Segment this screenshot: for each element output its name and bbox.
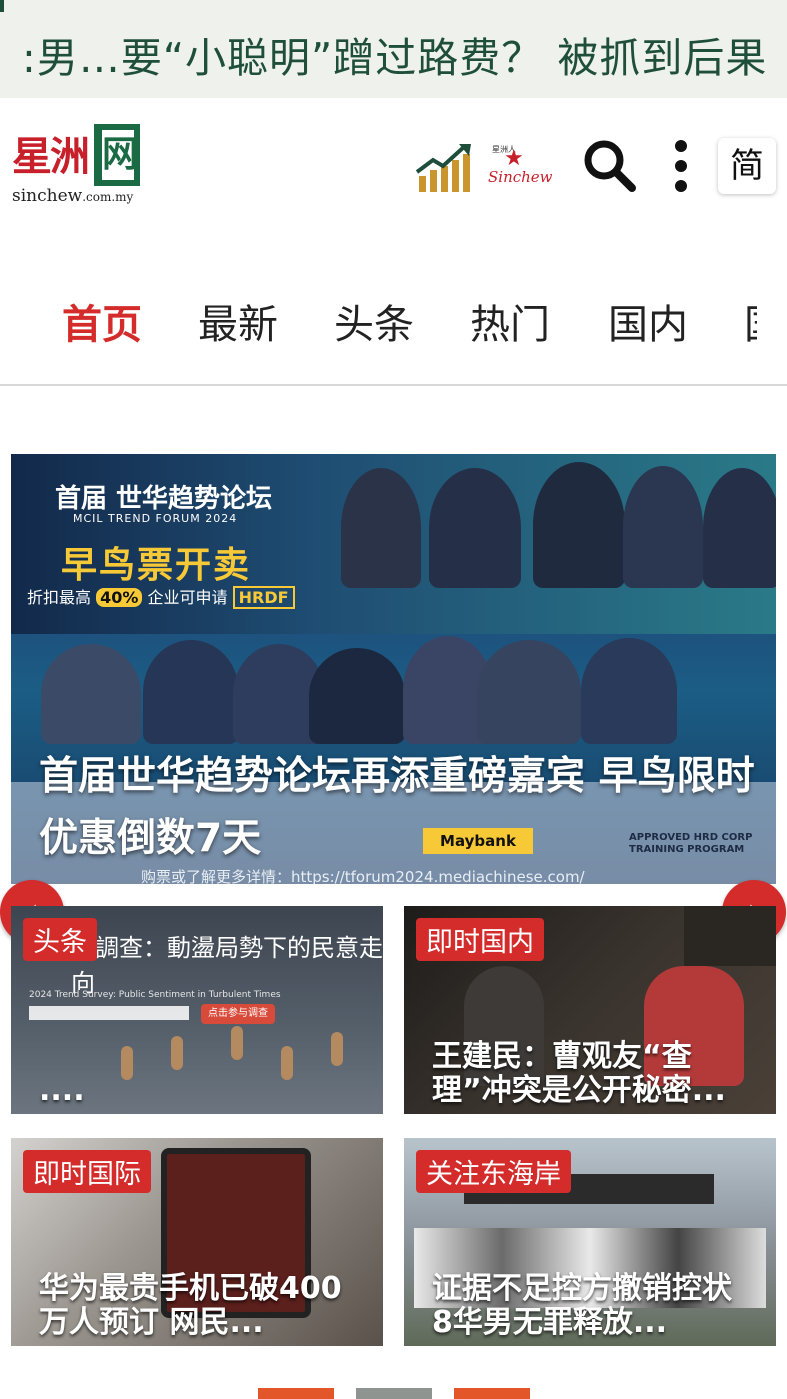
- speaker-photo: [533, 462, 625, 588]
- news-card-east-coast[interactable]: 关注东海岸 证据不足控方撤销控状 8华男无罪释放...: [404, 1138, 776, 1346]
- bookshelf: [684, 906, 776, 966]
- nav-tab-domestic[interactable]: 国内: [608, 292, 688, 350]
- hero-discount-line: 折扣最高 40% 企业可申请 HRDF: [27, 584, 295, 609]
- survey-overlay-heading: 勢調查：動盪局勢下的民意走向: [71, 934, 383, 997]
- hero-forum-title: 首届 世华趋势论坛: [55, 484, 273, 514]
- nav-tab-headlines[interactable]: 头条: [334, 292, 414, 350]
- ticker-text[interactable]: :男…要“小聪明”蹭过路费？ 被抓到后果: [22, 24, 767, 84]
- language-toggle-button[interactable]: 简: [718, 138, 776, 194]
- news-ticker[interactable]: :男…要“小聪明”蹭过路费？ 被抓到后果: [0, 0, 787, 98]
- figurine: [331, 1032, 343, 1066]
- hero-forum-english: MCIL TREND FORUM 2024: [73, 512, 238, 525]
- card-badge: 头条: [23, 918, 97, 961]
- speaker-photo: [41, 644, 141, 744]
- survey-partner-logos: [29, 1006, 189, 1020]
- speaker-photo: [309, 648, 405, 744]
- card-badge: 即时国际: [23, 1150, 151, 1193]
- speaker-photo: [477, 640, 581, 744]
- hero-slide[interactable]: 首届 世华趋势论坛 MCIL TREND FORUM 2024 早鸟票开卖 折扣…: [11, 454, 776, 884]
- figurine: [231, 1026, 243, 1060]
- survey-overlay-subtitle: 2024 Trend Survey: Public Sentiment in T…: [29, 990, 281, 1000]
- card-title[interactable]: 证据不足控方撤销控状 8华男无罪释放...: [432, 1272, 762, 1340]
- news-card-headline[interactable]: 勢調查：動盪局勢下的民意走向 2024 Trend Survey: Public…: [11, 906, 383, 1114]
- news-card-domestic[interactable]: 即时国内 王建民：曹观友“查理”冲突是公开秘密...: [404, 906, 776, 1114]
- pager-tab[interactable]: [356, 1388, 432, 1399]
- hero-title[interactable]: 首届世华趋势论坛再添重磅嘉宾 早鸟限时优惠倒数7天: [39, 746, 774, 870]
- market-chart-icon[interactable]: [415, 142, 473, 194]
- nav-overflow-fade: [757, 248, 787, 384]
- logo-english: sinchew.com.my: [12, 186, 134, 206]
- news-card-international[interactable]: 即时国际 华为最贵手机已破400万人预订 网民...: [11, 1138, 383, 1346]
- card-badge: 即时国内: [416, 918, 544, 961]
- speaker-photo: [341, 468, 421, 588]
- card-title[interactable]: 华为最贵手机已破400万人预订 网民...: [39, 1272, 369, 1340]
- nav-tab-popular[interactable]: 热门: [470, 292, 550, 350]
- category-nav: 首页 最新 头条 热门 国内 国: [0, 248, 787, 386]
- card-title[interactable]: ....: [39, 1074, 369, 1108]
- survey-overlay-button: 点击参与调查: [201, 1004, 275, 1024]
- speaker-photo: [703, 468, 776, 588]
- speaker-photo: [623, 466, 703, 588]
- nav-tab-home[interactable]: 首页: [62, 292, 142, 350]
- app-screen: :男…要“小聪明”蹭过路费？ 被抓到后果 星洲 网 sinchew.com.my…: [0, 0, 787, 1399]
- logo-chinese: 星洲: [12, 133, 90, 180]
- sinchew-member-icon[interactable]: 星洲人 ★ Sinchew: [486, 144, 553, 192]
- logo-book-icon: 网: [94, 124, 140, 186]
- search-icon: [584, 140, 636, 192]
- card-title[interactable]: 王建民：曹观友“查理”冲突是公开秘密...: [432, 1040, 762, 1108]
- card-badge: 关注东海岸: [416, 1150, 571, 1193]
- pager-tab[interactable]: [258, 1388, 334, 1399]
- figurine: [171, 1036, 183, 1070]
- sinchew-logo[interactable]: 星洲 网 sinchew.com.my: [12, 124, 152, 208]
- search-button[interactable]: [580, 136, 640, 196]
- ticker-marker: [0, 0, 4, 12]
- hero-early-bird: 早鸟票开卖: [61, 545, 252, 586]
- speaker-photo: [429, 468, 521, 588]
- more-vertical-icon: [675, 140, 687, 192]
- more-menu-button[interactable]: [664, 136, 698, 196]
- pager-tab[interactable]: [454, 1388, 530, 1399]
- speaker-photo: [143, 640, 239, 744]
- nav-tab-latest[interactable]: 最新: [198, 292, 278, 350]
- speaker-photo: [581, 638, 677, 744]
